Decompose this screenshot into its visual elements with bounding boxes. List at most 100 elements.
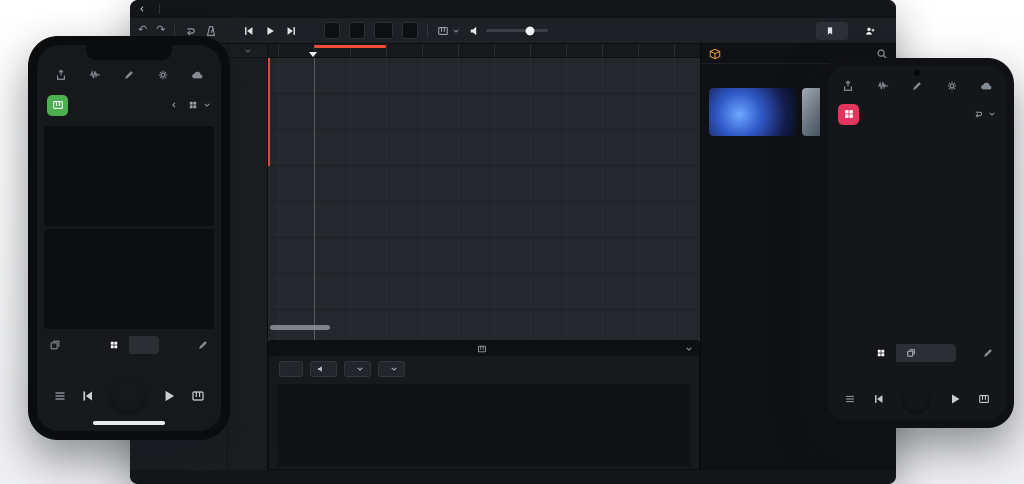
cloud-icon[interactable]	[980, 80, 992, 92]
fx-mode-button[interactable]	[129, 336, 159, 354]
exit-button[interactable]	[138, 5, 149, 13]
redo-button[interactable]: ↷	[156, 25, 165, 36]
favorite-thumbnail[interactable]	[709, 88, 796, 136]
chevron-down-icon	[452, 27, 460, 35]
virtual-keyboard[interactable]	[277, 384, 691, 466]
scale-dropdown[interactable]	[378, 361, 405, 377]
instrument-icon	[47, 95, 68, 116]
edit-tools-icon[interactable]	[197, 339, 209, 351]
transport-bar: ↶ ↷	[130, 18, 896, 44]
keyboard-icon[interactable]	[191, 389, 205, 403]
record-button[interactable]	[901, 384, 931, 414]
phone-undo-row	[37, 357, 221, 373]
record-button[interactable]	[306, 26, 315, 35]
rewind-button[interactable]	[81, 389, 95, 403]
waveform-tab-icon[interactable]	[877, 80, 889, 92]
metronome-button[interactable]	[205, 25, 217, 37]
octave-left-icon[interactable]	[170, 101, 178, 109]
piano-icon	[437, 25, 449, 37]
phone-right	[820, 58, 1014, 428]
menu-icon[interactable]	[844, 393, 856, 405]
edit-icon[interactable]	[911, 80, 923, 92]
key-selector[interactable]	[349, 22, 365, 39]
undo-button[interactable]: ↶	[138, 25, 147, 36]
pedal-icon	[317, 365, 325, 373]
keyboard-mode-button[interactable]	[99, 336, 129, 354]
keyboard-icon[interactable]	[978, 393, 990, 405]
phone-mode-row	[828, 342, 1006, 364]
play-button[interactable]	[264, 25, 276, 37]
phone-left	[28, 36, 230, 440]
bpm-selector[interactable]	[374, 22, 393, 39]
piano-icon	[477, 344, 487, 354]
sync-icon[interactable]	[973, 109, 983, 119]
gear-icon[interactable]	[946, 80, 958, 92]
time-display	[324, 22, 340, 39]
phone-toolbar	[828, 74, 1006, 98]
fx-mode-button[interactable]	[926, 344, 956, 362]
menu-bar	[130, 0, 896, 18]
chevron-down-icon[interactable]	[203, 101, 211, 109]
loop-toggle-button[interactable]	[184, 25, 196, 37]
time-signature-selector[interactable]	[402, 22, 418, 39]
timeline-ruler[interactable]	[268, 44, 700, 58]
forward-button[interactable]	[285, 25, 297, 37]
loop-region-marker[interactable]	[314, 45, 386, 48]
pads-mode-button[interactable]	[866, 344, 896, 362]
instrument-controls	[269, 356, 699, 382]
track-headers-collapse[interactable]	[228, 44, 267, 58]
pad-grid	[836, 134, 998, 338]
chevron-down-icon[interactable]	[988, 110, 996, 118]
phone-toolbar	[37, 62, 221, 88]
track-headers	[228, 44, 268, 470]
layers-icon[interactable]	[49, 339, 61, 351]
chevron-left-icon	[138, 5, 146, 13]
phone-undo-row	[828, 364, 1006, 378]
menu-separator	[159, 4, 160, 14]
phone-camera	[914, 70, 920, 76]
daw-window: ↶ ↷	[130, 0, 896, 484]
panel-collapse-button[interactable]	[685, 345, 693, 353]
status-bar	[130, 470, 896, 484]
track-selection-indicator	[268, 58, 270, 166]
packs-icon	[709, 48, 721, 60]
clip-lanes[interactable]	[268, 58, 700, 340]
play-button[interactable]	[161, 388, 177, 404]
rewind-button[interactable]	[243, 25, 255, 37]
phone-transport	[37, 373, 221, 419]
instrument-panel-header[interactable]	[269, 341, 699, 356]
phone-instrument-header[interactable]	[37, 88, 221, 122]
phone-instrument-header[interactable]	[828, 98, 1006, 130]
sustain-toggle[interactable]	[310, 361, 337, 377]
edit-tools-icon[interactable]	[982, 347, 994, 359]
export-icon[interactable]	[55, 69, 67, 81]
arrangement-area	[268, 44, 700, 340]
play-button[interactable]	[948, 392, 962, 406]
key-dropdown[interactable]	[344, 361, 371, 377]
horizontal-scrollbar[interactable]	[270, 325, 330, 330]
rewind-button[interactable]	[873, 393, 885, 405]
menu-icon[interactable]	[53, 389, 67, 403]
chevron-down-icon	[390, 365, 398, 373]
speaker-icon	[469, 25, 481, 37]
phone-mode-row	[37, 333, 221, 357]
phone-keyboard[interactable]	[44, 126, 214, 329]
save-button[interactable]	[816, 22, 848, 40]
bookmark-icon	[825, 26, 835, 36]
instrument-selector[interactable]	[437, 25, 460, 37]
playhead-marker[interactable]	[309, 52, 317, 57]
master-volume-slider[interactable]	[486, 29, 548, 32]
cloud-icon[interactable]	[191, 69, 203, 81]
octave-control[interactable]	[279, 361, 303, 377]
export-icon[interactable]	[842, 80, 854, 92]
edit-icon[interactable]	[123, 69, 135, 81]
grid-view-icon[interactable]	[188, 100, 198, 110]
volume-knob[interactable]	[525, 26, 534, 35]
chevron-down-icon	[356, 365, 364, 373]
grid-mode-button[interactable]	[896, 344, 926, 362]
waveform-tab-icon[interactable]	[89, 69, 101, 81]
separator	[427, 24, 428, 38]
record-button[interactable]	[109, 377, 147, 415]
gear-icon[interactable]	[157, 69, 169, 81]
publish-button[interactable]	[856, 22, 888, 40]
